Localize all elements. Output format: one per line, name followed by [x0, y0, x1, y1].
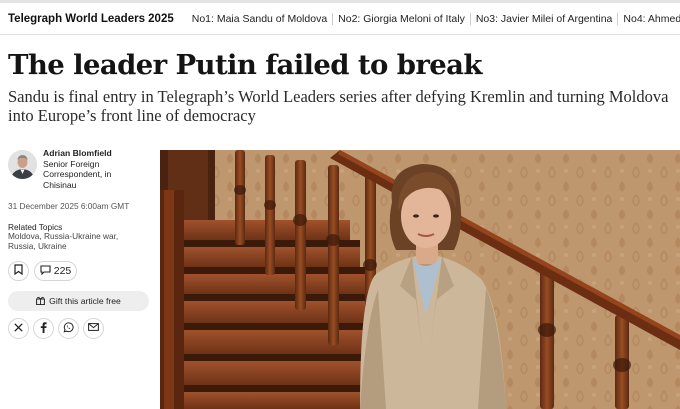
- article-standfirst: Sandu is final entry in Telegraph’s Worl…: [8, 87, 669, 125]
- email-icon: [88, 323, 99, 334]
- share-email-button[interactable]: [83, 318, 104, 339]
- x-icon: [14, 322, 23, 335]
- comments-count: 225: [53, 265, 72, 277]
- share-facebook-button[interactable]: [33, 318, 54, 339]
- related-topics-line[interactable]: Moldova, Russia-Ukraine war,: [8, 231, 153, 241]
- publish-date: 31 December 2025 6:00am GMT: [8, 201, 130, 211]
- save-button[interactable]: [8, 261, 29, 281]
- related-topics-line[interactable]: Russia, Ukraine: [8, 241, 153, 251]
- related-topics-list: Moldova, Russia-Ukraine war, Russia, Ukr…: [8, 231, 153, 252]
- comments-button[interactable]: 225: [34, 261, 77, 281]
- author-role: Correspondent, in: [43, 169, 112, 179]
- series-title[interactable]: Telegraph World Leaders 2025: [8, 13, 174, 25]
- gift-article-button[interactable]: Gift this article free: [8, 291, 149, 311]
- comment-bubble-icon: [40, 264, 51, 278]
- facebook-icon: [40, 321, 47, 336]
- series-link-no4[interactable]: No4: Ahmed al-Shara: [623, 13, 680, 25]
- whatsapp-icon: [63, 321, 74, 336]
- gift-label: Gift this article free: [49, 296, 121, 306]
- author-avatar[interactable]: [8, 150, 37, 179]
- series-link-no2[interactable]: No2: Giorgia Meloni of Italy: [338, 13, 471, 25]
- article-headline: The leader Putin failed to break: [8, 49, 482, 81]
- author-role: Senior Foreign: [43, 158, 100, 169]
- series-link-no3[interactable]: No3: Javier Milei of Argentina: [476, 13, 619, 25]
- author-block: Adrian Blomfield Senior Foreign Correspo…: [43, 148, 112, 190]
- bookmark-icon: [14, 262, 23, 280]
- article-hero-image: [160, 150, 680, 409]
- series-nav: Telegraph World Leaders 2025 No1: Maia S…: [8, 10, 680, 28]
- top-rule: [0, 0, 680, 3]
- author-name[interactable]: Adrian Blomfield: [43, 148, 112, 159]
- share-x-button[interactable]: [8, 318, 29, 339]
- nav-divider: [0, 34, 680, 35]
- share-whatsapp-button[interactable]: [58, 318, 79, 339]
- gift-icon: [36, 296, 46, 307]
- series-link-no1[interactable]: No1: Maia Sandu of Moldova: [192, 13, 334, 25]
- author-location: Chisinau: [43, 179, 77, 190]
